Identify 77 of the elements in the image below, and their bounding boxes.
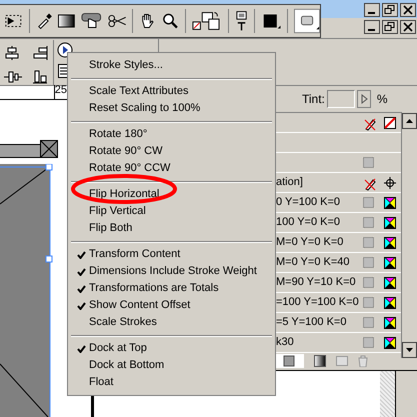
close-button[interactable]	[400, 20, 416, 34]
color-mode-icon	[363, 237, 374, 248]
eyedropper-icon[interactable]	[36, 12, 52, 30]
distribute-icon[interactable]	[4, 69, 22, 85]
menu-item[interactable]: Scale Strokes	[69, 314, 274, 331]
menu-item[interactable]: Flip Vertical	[69, 203, 274, 220]
color-mode-icon	[363, 317, 374, 328]
tint-field[interactable]	[326, 90, 355, 108]
menu-item[interactable]: Flip Both	[69, 220, 274, 237]
menu-item[interactable]: Dock at Top	[69, 340, 274, 357]
frame-bar	[0, 144, 40, 158]
menu-item[interactable]: Reset Scaling to 100%	[69, 100, 274, 117]
close-button[interactable]	[400, 3, 416, 17]
swatch-name: =100 Y=100 K=0	[276, 295, 359, 310]
color-mode-icon	[363, 297, 374, 308]
registration-icon	[384, 177, 396, 189]
cmyk-icon	[384, 297, 396, 309]
align-center-icon[interactable]	[4, 45, 20, 61]
menu-item[interactable]: Transform Content	[69, 246, 274, 263]
scrollbar[interactable]	[401, 113, 417, 358]
tint-unit: %	[376, 91, 388, 108]
minimize-button[interactable]	[364, 20, 380, 34]
scroll-up-button[interactable]	[402, 113, 417, 129]
fill-stroke-toggle[interactable]	[274, 354, 304, 368]
text-frame-icon[interactable]	[234, 10, 248, 32]
scroll-down-button[interactable]	[402, 342, 417, 358]
menu-item[interactable]: Transformations are Totals	[69, 280, 274, 297]
new-swatch-icon[interactable]	[336, 356, 348, 366]
scissors-icon[interactable]	[108, 14, 126, 28]
empty-frame-icon	[40, 140, 58, 158]
swatch-name: ation]	[276, 175, 303, 190]
color-mode-icon	[363, 277, 374, 288]
gradient-icon[interactable]	[58, 14, 76, 28]
restore-button[interactable]	[382, 20, 398, 34]
restore-button[interactable]	[382, 3, 398, 17]
cmyk-icon	[384, 197, 396, 209]
menu-item[interactable]: Rotate 90° CCW	[69, 160, 274, 177]
tint-arrow-button[interactable]	[356, 90, 371, 108]
menu-item[interactable]: Dimensions Include Stroke Weight	[69, 263, 274, 280]
color-mode-icon	[363, 157, 374, 168]
gradient-icon[interactable]	[314, 355, 326, 367]
preview-mode-icon[interactable]	[294, 8, 320, 34]
hand-button-icon[interactable]	[81, 12, 102, 30]
selection-icon[interactable]	[4, 13, 23, 29]
color-mode-icon	[363, 337, 374, 348]
menu-item[interactable]: Float	[69, 374, 274, 391]
minimize-button[interactable]	[364, 3, 380, 17]
cmyk-icon	[384, 277, 396, 289]
menu-item[interactable]: Stroke Styles...	[69, 57, 274, 74]
tint-label: Tint:	[302, 91, 325, 108]
cmyk-icon	[384, 317, 396, 329]
swatch-name: M=0 Y=0 K=40	[276, 255, 350, 270]
menu-item[interactable]: Show Content Offset	[69, 297, 274, 314]
swatch-name: M=90 Y=10 K=0	[276, 275, 356, 290]
align-right-icon[interactable]	[32, 45, 48, 61]
menu-item[interactable]: Flip Horizontal	[69, 186, 274, 203]
menu-item[interactable]: Scale Text Attributes	[69, 83, 274, 100]
swatch-name: 100 Y=0 K=0	[276, 215, 340, 230]
swatch-name: =5 Y=100 K=0	[276, 315, 346, 330]
menu-item[interactable]: Dock at Bottom	[69, 357, 274, 374]
search-icon[interactable]	[162, 12, 179, 30]
color-mode-icon	[363, 197, 374, 208]
none-swatch-icon	[384, 117, 396, 129]
swatch-name: M=0 Y=0 K=0	[276, 235, 344, 250]
color-mode-icon	[363, 217, 374, 228]
cmyk-icon	[384, 217, 396, 229]
pasteboard-strip	[380, 371, 395, 417]
align-bottom-icon[interactable]	[32, 69, 48, 85]
color-mode-icon	[363, 257, 374, 268]
swatch-name: 0 Y=100 K=0	[276, 195, 340, 210]
menu-item[interactable]: Rotate 180°	[69, 126, 274, 143]
cmyk-icon	[384, 237, 396, 249]
cmyk-icon	[384, 337, 396, 349]
frame-tools-icon[interactable]	[192, 9, 222, 33]
menu-item[interactable]: Rotate 90° CW	[69, 143, 274, 160]
cmyk-icon	[384, 257, 396, 269]
swatch-name: k30	[276, 335, 294, 350]
